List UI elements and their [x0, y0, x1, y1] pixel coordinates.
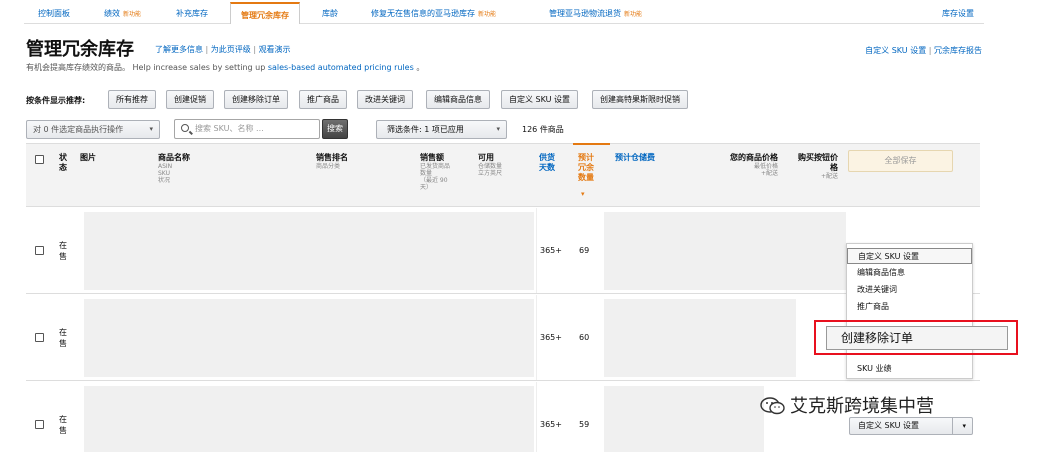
save-all-button[interactable]: 全部保存: [848, 150, 953, 172]
row-checkbox[interactable]: [35, 333, 44, 342]
row-excess-units: 69: [579, 246, 590, 255]
tab-inventory-age[interactable]: 库龄: [322, 8, 338, 19]
row-supply-days: 365+: [540, 246, 562, 255]
menu-item-custom-sku-settings[interactable]: 自定义 SKU 设置: [847, 248, 972, 264]
menu-item-improve-keywords[interactable]: 改进关键词: [857, 284, 897, 295]
row-status: 在售: [59, 241, 67, 261]
col-your-price: 您的商品价格 最低价格 +配送: [730, 153, 778, 177]
select-all-checkbox[interactable]: [35, 155, 44, 164]
chevron-down-icon: ▾: [149, 125, 153, 133]
filter-create-removal-order[interactable]: 创建移除订单: [224, 90, 288, 109]
product-info-redacted: [84, 386, 534, 452]
sort-desc-icon: ▾: [581, 190, 585, 198]
filter-edit-listing[interactable]: 编辑商品信息: [426, 90, 490, 109]
rate-page-link[interactable]: 为此页评级: [211, 45, 251, 54]
product-info-redacted: [84, 299, 534, 377]
header-links: 了解更多信息 | 为此页评级 | 观看演示: [155, 45, 291, 54]
tab-manage-excess[interactable]: 管理冗余库存: [230, 2, 300, 24]
price-info-redacted: [604, 386, 764, 452]
filter-all-recommendations[interactable]: 所有推荐: [108, 90, 156, 109]
watch-demo-link[interactable]: 观看演示: [259, 45, 291, 54]
row-action-select[interactable]: 自定义 SKU 设置 ▾: [849, 417, 973, 435]
table-row: 在售 365+ 69: [26, 208, 980, 294]
chevron-down-icon: ▾: [496, 125, 500, 133]
row-excess-units: 59: [579, 420, 590, 429]
col-buybox-price: 购买按钮价格 +配送: [798, 153, 838, 180]
top-navigation: 控制面板 绩效 新功能 补充库存 管理冗余库存 库龄 修复无在售信息的亚马逊库存新…: [24, 2, 984, 24]
tab-fix-stranded[interactable]: 修复无在售信息的亚马逊库存 新功能: [371, 8, 496, 19]
table-header: 状态 图片 商品名称 ASIN SKU 状况 销售排名 商品分类 销售额 已发货…: [26, 143, 980, 207]
col-sales[interactable]: 销售额 已发货商品 数量 （最近 90 天）: [420, 153, 450, 191]
row-excess-units: 60: [579, 333, 590, 342]
col-supply-days[interactable]: 供货天数: [539, 153, 561, 173]
col-image: 图片: [80, 153, 96, 162]
new-badge: 新功能: [478, 11, 497, 18]
tab-dashboard[interactable]: 控制面板: [38, 8, 70, 19]
row-checkbox[interactable]: [35, 246, 44, 255]
chevron-down-icon: ▾: [962, 422, 966, 430]
filter-promote-product[interactable]: 推广商品: [299, 90, 347, 109]
search-input[interactable]: 搜索 SKU、名称 ...: [174, 119, 320, 139]
menu-item-sku-performance[interactable]: SKU 业绩: [857, 363, 892, 374]
col-available[interactable]: 可用 仓储数量 立方英尺: [478, 153, 502, 177]
filter-improve-keywords[interactable]: 改进关键词: [357, 90, 413, 109]
row-checkbox[interactable]: [35, 420, 44, 429]
tab-restock[interactable]: 补充库存: [176, 8, 208, 19]
tab-performance[interactable]: 绩效 新功能: [104, 8, 141, 19]
product-info-redacted: [84, 212, 534, 290]
col-status: 状态: [59, 153, 67, 172]
custom-sku-settings-link[interactable]: 自定义 SKU 设置: [865, 46, 926, 55]
wechat-icon: [760, 397, 785, 415]
menu-item-create-removal-order[interactable]: 创建移除订单: [826, 326, 1008, 350]
search-icon: [181, 124, 189, 132]
learn-more-link[interactable]: 了解更多信息: [155, 45, 203, 54]
filter-create-promotion[interactable]: 创建促销: [166, 90, 214, 109]
new-badge: 新功能: [624, 11, 643, 18]
col-excess-units[interactable]: 预计 冗余 数量: [578, 153, 600, 183]
page-title: 管理冗余库存: [26, 39, 134, 60]
price-info-redacted: [604, 212, 846, 290]
row-supply-days: 365+: [540, 333, 562, 342]
search-button[interactable]: 搜索: [322, 119, 348, 139]
tab-fba-returns[interactable]: 管理亚马逊物流退货 新功能: [549, 8, 642, 19]
col-estimated-storage[interactable]: 预计仓储费: [615, 153, 657, 163]
bulk-action-select[interactable]: 对 0 件选定商品执行操作 ▾: [26, 120, 160, 139]
row-status: 在售: [59, 415, 67, 435]
new-badge: 新功能: [123, 11, 142, 18]
col-sales-rank[interactable]: 销售排名 商品分类: [316, 153, 348, 170]
action-dropdown-menu: 自定义 SKU 设置 编辑商品信息 改进关键词 推广商品 SKU 业绩: [846, 243, 973, 379]
sort-indicator: [573, 143, 610, 145]
menu-item-edit-listing[interactable]: 编辑商品信息: [857, 267, 905, 278]
header-right-links: 自定义 SKU 设置 | 冗余库存报告: [865, 46, 982, 55]
item-count: 126 件商品: [522, 125, 564, 134]
excess-inventory-report-link[interactable]: 冗余库存报告: [934, 46, 982, 55]
filter-condition-select[interactable]: 筛选条件: 1 项已应用 ▾: [376, 120, 507, 139]
watermark-text: 艾克斯跨境集中营: [790, 396, 934, 417]
price-info-redacted: [604, 299, 796, 377]
filter-label: 按条件显示推荐:: [26, 96, 86, 105]
page-subtitle: 有机会提高库存绩效的商品。 Help increase sales by set…: [26, 63, 425, 72]
col-product-name[interactable]: 商品名称 ASIN SKU 状况: [158, 153, 190, 184]
filter-custom-sku-settings[interactable]: 自定义 SKU 设置: [501, 90, 579, 109]
row-status: 在售: [59, 328, 67, 348]
automated-pricing-link[interactable]: sales-based automated pricing rules: [268, 63, 414, 72]
menu-item-promote-product[interactable]: 推广商品: [857, 301, 889, 312]
row-supply-days: 365+: [540, 420, 562, 429]
filter-lightning-deal[interactable]: 创建高特果斯限时促销: [592, 90, 688, 109]
inventory-settings-link[interactable]: 库存设置: [942, 8, 974, 19]
